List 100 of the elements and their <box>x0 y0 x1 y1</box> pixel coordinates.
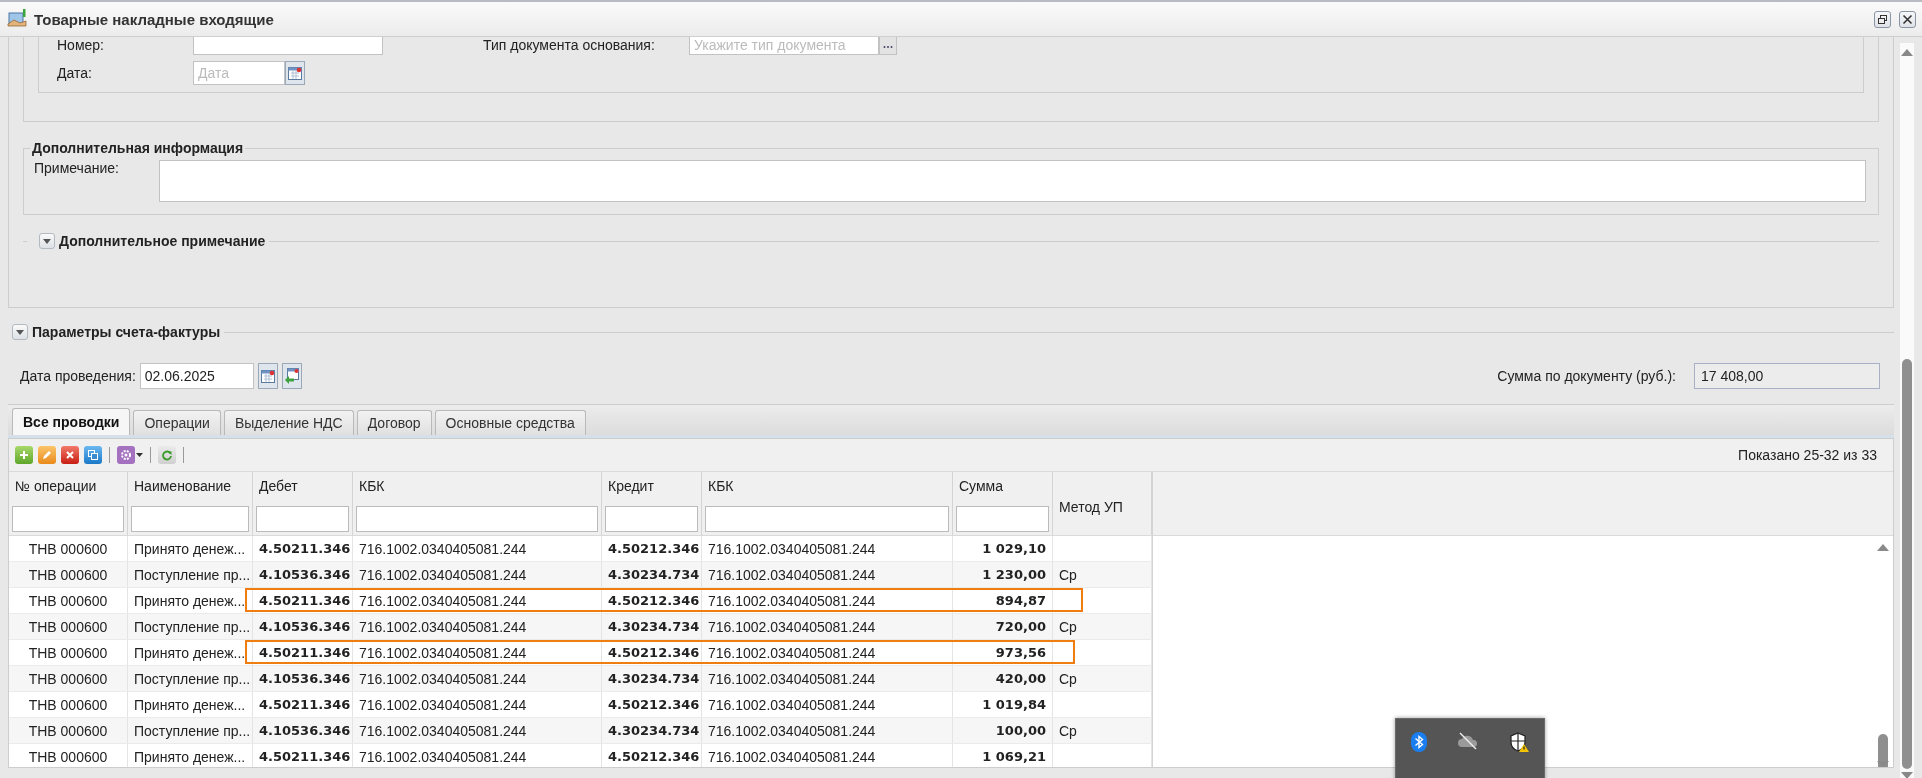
bluetooth-icon[interactable] <box>1411 732 1427 752</box>
tab[interactable]: Основные средства <box>434 410 586 435</box>
table-cell: 420,00 <box>995 671 1046 686</box>
column-header[interactable]: Метод УП <box>1059 498 1148 515</box>
table-cell: 4.50211.346 <box>259 593 351 608</box>
field-label: Дата: <box>57 65 93 81</box>
table-cell: Поступление пр... <box>134 566 251 583</box>
filter-field[interactable] <box>256 506 349 532</box>
scrollbar[interactable] <box>1900 43 1914 778</box>
table-cell: 716.1002.0340405081.244 <box>359 592 527 609</box>
column-header[interactable]: Дебет <box>259 478 349 494</box>
tab[interactable]: Договор <box>356 410 432 435</box>
table-cell: ТНВ 000600 <box>28 696 108 713</box>
table-cell: 4.10536.346 <box>259 619 351 634</box>
column-header[interactable]: КБК <box>359 478 598 494</box>
refresh-icon <box>161 449 173 461</box>
table-cell: 716.1002.0340405081.244 <box>359 748 527 765</box>
select-button[interactable] <box>879 37 897 55</box>
filter-field[interactable] <box>131 506 249 532</box>
table-cell: Принято денеж... <box>134 696 246 713</box>
table-cell: Принято денеж... <box>134 748 246 765</box>
table-cell: 1 019,84 <box>982 697 1046 712</box>
window-title: Товарные накладные входящие <box>34 10 275 28</box>
field-label: Сумма по документу (руб.): <box>1497 368 1676 384</box>
settings-dropdown[interactable] <box>117 446 143 464</box>
section-title: Параметры счета-фактуры <box>32 324 221 340</box>
scrollbar[interactable] <box>1877 544 1889 767</box>
table-cell: ТНВ 000600 <box>28 722 108 739</box>
filter-field[interactable] <box>705 506 949 532</box>
delete-button[interactable] <box>61 446 79 464</box>
close-button[interactable] <box>1899 10 1916 28</box>
restore-button[interactable] <box>1874 10 1891 28</box>
table-cell: 4.50211.346 <box>259 749 351 764</box>
column-header[interactable]: Сумма <box>959 478 1049 494</box>
expand-button[interactable] <box>12 324 28 340</box>
table-cell: Ср <box>1059 566 1077 583</box>
caret-icon <box>136 453 143 457</box>
table-cell: ТНВ 000600 <box>28 540 108 557</box>
date-field[interactable]: 02.06.2025 <box>139 363 254 389</box>
table-cell: ТНВ 000600 <box>28 618 108 635</box>
table-cell: 716.1002.0340405081.244 <box>359 670 527 687</box>
edit-button[interactable] <box>38 446 56 464</box>
table-cell: 4.50212.346 <box>608 645 700 660</box>
section-title: Дополнительное примечание <box>59 233 266 249</box>
tab[interactable]: Операции <box>133 410 221 435</box>
tab[interactable]: Все проводки <box>12 408 131 435</box>
input-field[interactable] <box>193 37 383 55</box>
table-cell: 716.1002.0340405081.244 <box>708 618 876 635</box>
table-cell: 1 069,21 <box>982 749 1046 764</box>
table-cell: 894,87 <box>995 593 1046 608</box>
table-cell: 716.1002.0340405081.244 <box>708 722 876 739</box>
table-cell: 1 230,00 <box>982 567 1046 582</box>
column-header[interactable]: Кредит <box>608 478 698 494</box>
table-cell: Поступление пр... <box>134 618 251 635</box>
pencil-icon <box>41 449 53 461</box>
calendar-icon <box>259 368 276 384</box>
table-cell: 4.50212.346 <box>608 749 700 764</box>
table-cell: 4.10536.346 <box>259 723 351 738</box>
table-cell: 716.1002.0340405081.244 <box>708 644 876 661</box>
note-field[interactable] <box>158 160 1866 202</box>
table-cell: Принято денеж... <box>134 592 246 609</box>
column-header[interactable]: КБК <box>708 478 949 494</box>
table-cell: 716.1002.0340405081.244 <box>359 696 527 713</box>
cloud-off-icon[interactable] <box>1457 732 1479 750</box>
shield-warning-icon[interactable] <box>1509 732 1529 753</box>
field-label: Номер: <box>57 37 105 53</box>
filter-field[interactable] <box>356 506 598 532</box>
filter-field[interactable] <box>12 506 124 532</box>
table-cell: 4.50211.346 <box>259 697 351 712</box>
tab[interactable]: Выделение НДС <box>223 410 354 435</box>
table-cell: 716.1002.0340405081.244 <box>708 566 876 583</box>
table-cell: 4.50211.346 <box>259 541 351 556</box>
table-cell: Ср <box>1059 618 1077 635</box>
table-cell: 4.30234.734 <box>608 619 700 634</box>
ellipsis-icon <box>883 44 893 49</box>
table-cell: ТНВ 000600 <box>28 592 108 609</box>
table-cell: 716.1002.0340405081.244 <box>708 592 876 609</box>
calendar-button[interactable] <box>257 363 278 389</box>
app-icon <box>6 8 28 30</box>
table-cell: 716.1002.0340405081.244 <box>359 618 527 635</box>
expand-button[interactable] <box>39 233 55 249</box>
table-cell: ТНВ 000600 <box>28 644 108 661</box>
filter-field[interactable] <box>605 506 698 532</box>
table-cell: 4.50212.346 <box>608 593 700 608</box>
filter-field[interactable] <box>956 506 1049 532</box>
table-cell: ТНВ 000600 <box>28 670 108 687</box>
add-button[interactable] <box>15 446 33 464</box>
plus-icon <box>18 449 30 461</box>
refresh-button[interactable] <box>158 446 176 464</box>
section-title: Дополнительная информация <box>31 140 245 156</box>
column-header[interactable]: Наименование <box>134 478 249 494</box>
table-cell: Поступление пр... <box>134 722 251 739</box>
calendar-button[interactable] <box>285 61 305 85</box>
gear-icon <box>117 446 135 464</box>
column-header[interactable]: № операции <box>15 478 124 494</box>
calendar-button[interactable] <box>281 363 302 389</box>
copy-button[interactable] <box>84 446 102 464</box>
table-cell: 716.1002.0340405081.244 <box>359 566 527 583</box>
table-cell: 4.50212.346 <box>608 541 700 556</box>
close-icon <box>1902 13 1913 25</box>
